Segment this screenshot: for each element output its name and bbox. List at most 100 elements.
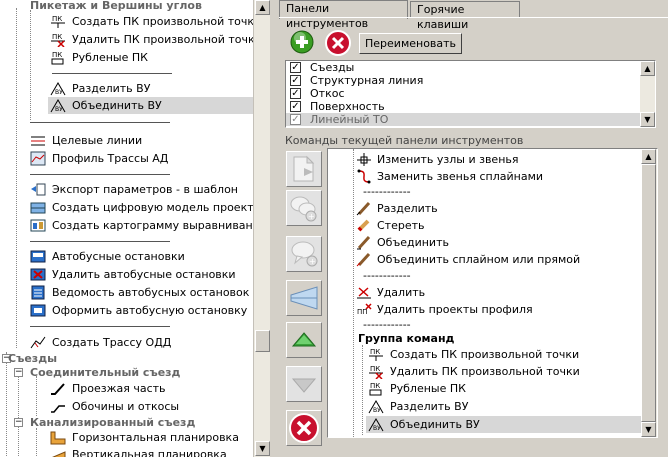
scroll-up-arrow[interactable]: ▲ [641,149,656,164]
tree-item-bus-stops-sheet[interactable]: Ведомость автобусных остановок [0,284,253,301]
panel-list-item[interactable]: ✓ Структурная линия [290,74,640,87]
delete-cross-icon [356,285,372,300]
tree-item-bus-stops[interactable]: Автобусные остановки [0,248,253,265]
arrow-up-icon [291,332,317,347]
tree-item-vertical-grading[interactable]: Вертикальная планировка [0,446,253,457]
bus-stop-sheet-icon [30,285,46,300]
command-item[interactable]: ПК Создать ПК произвольной точки [328,346,641,363]
tree-item-target-lines[interactable]: Целевые линии [0,132,253,149]
tree-item-horizontal-grading[interactable]: Горизонтальная планировка [0,429,253,446]
scroll-down-arrow[interactable]: ▼ [255,441,270,456]
rename-button[interactable]: Переименовать [359,33,463,54]
checkbox[interactable]: ✓ [290,62,301,73]
command-label: Удалить ПК произвольной точки [390,365,580,378]
split-vertex-icon: ВУ [50,81,66,96]
tree-item-road-profile[interactable]: Профиль Трассы АД [0,150,253,167]
command-item[interactable]: Разделить [328,200,641,217]
merge-icon [356,235,372,250]
tree-item-create-dtm[interactable]: Создать цифровую модель проекта [0,199,253,216]
scroll-thumb[interactable] [255,330,270,352]
svg-text:ВУ: ВУ [55,89,63,96]
add-panel-button[interactable] [290,30,314,54]
horizontal-grading-icon [50,430,66,445]
command-item[interactable]: Объединить сплайном или прямой [328,251,641,268]
scroll-down-arrow[interactable]: ▼ [641,422,656,437]
tree-item-delete-pk[interactable]: ПК Удалить ПК произвольной точки [0,31,253,48]
tree-group-connecting-exit[interactable]: − Соединительный съезд [0,364,253,381]
command-label: Создать ПК произвольной точки [390,348,580,361]
command-item[interactable]: ПК Рубленые ПК [328,380,641,397]
bus-stop-format-icon [30,303,46,318]
arrow-down-icon [291,378,317,393]
tree-item-label: Объединить ВУ [72,99,162,112]
delete-icon [325,30,351,56]
tree-item-create-pk[interactable]: ПК Создать ПК произвольной точки [0,13,253,30]
tree-item-label: Автобусные остановки [52,250,185,263]
panel-list-item[interactable]: ✓ Откос [290,87,640,100]
tree-item-format-bus-stop[interactable]: Оформить автобусную остановку [0,302,253,319]
add-subcommand-button[interactable]: + [286,236,322,272]
command-item[interactable]: Изменить узлы и звенья [328,151,641,168]
tree-item-shoulders[interactable]: Обочины и откосы [0,398,253,415]
command-item[interactable]: Удалить [328,284,641,301]
command-separator[interactable]: ------------ [328,183,641,200]
odd-route-icon [30,335,46,350]
panels-list-scrollbar[interactable]: ▲ ▼ [640,61,655,127]
tree-item-create-odd-route[interactable]: Создать Трассу ОДД [0,334,253,351]
scroll-up-arrow[interactable]: ▲ [255,0,270,15]
checkbox[interactable]: ✓ [290,101,301,112]
tree-item-label: Целевые линии [52,134,143,147]
scroll-thumb[interactable] [641,164,656,422]
add-separator-button[interactable] [286,280,322,316]
tree-scrollbar[interactable]: ▲ ▼ [253,0,270,457]
command-label: Объединить ВУ [390,418,480,431]
command-item[interactable]: ВУ Разделить ВУ [328,398,641,415]
scroll-up-arrow[interactable]: ▲ [640,61,655,76]
tree-item-create-cartogram[interactable]: Создать картограмму выравнивания [0,217,253,234]
tree-item-export-params[interactable]: Экспорт параметров - в шаблон [0,181,253,198]
add-icon [290,30,314,54]
tree-item-carriageway[interactable]: Проезжая часть [0,380,253,397]
tree-group-piketazh[interactable]: Пикетаж и Вершины углов [0,0,253,14]
command-group[interactable]: Группа команд [328,330,641,347]
delete-panel-button[interactable] [325,30,351,56]
tree-item-merge-vu[interactable]: ВУ Объединить ВУ [48,97,253,114]
command-item[interactable]: ПК Удалить ПК произвольной точки [328,363,641,380]
commands-list[interactable]: Изменить узлы и звенья Заменить звенья с… [327,148,658,438]
svg-text:ПК: ПК [52,33,62,41]
command-separator[interactable]: ------------ [328,267,641,284]
command-label: Стереть [377,219,425,232]
tree-item-chopped-pk[interactable]: ПК Рубленые ПК [0,49,253,66]
collapse-icon[interactable]: − [14,368,23,377]
tree-item-label: Проезжая часть [72,382,166,395]
checkbox[interactable]: ✓ [290,114,301,125]
tab-hotkeys[interactable]: Горячие клавиши [410,1,520,31]
commands-list-scrollbar[interactable]: ▲ ▼ [641,149,657,437]
panel-list-item[interactable]: ✓ Съезды [290,61,640,74]
move-up-button[interactable] [286,322,322,358]
tree-item-split-vu[interactable]: ВУ Разделить ВУ [0,80,253,97]
command-item[interactable]: Стереть [328,217,641,234]
tree-item-delete-bus-stops[interactable]: Удалить автобусные остановки [0,266,253,283]
toolbar-panels-list[interactable]: ✓ Съезды ✓ Структурная линия ✓ Откос ✓ П… [285,60,656,128]
add-group-button[interactable]: + [286,190,322,226]
panel-list-item-selected[interactable]: ✓ Линейный ТО [286,113,641,126]
insert-command-button[interactable] [286,151,322,187]
collapse-icon[interactable]: − [14,418,23,427]
scroll-down-arrow[interactable]: ▼ [640,112,655,127]
merge-vertex-icon: ВУ [368,417,384,432]
move-down-button[interactable] [286,366,322,402]
command-label: ------------ [363,185,411,198]
command-tree[interactable]: Пикетаж и Вершины углов ПК Создать ПК пр… [0,0,253,457]
checkbox[interactable]: ✓ [290,75,301,86]
rename-button-label: Переименовать [365,37,457,50]
tree-item-label: Горизонтальная планировка [72,431,239,444]
panel-list-item[interactable]: ✓ Поверхность [290,100,640,113]
delete-command-button[interactable] [286,410,322,446]
checkbox[interactable]: ✓ [290,88,301,99]
carriageway-icon [50,381,66,396]
tree-item-label: Профиль Трассы АД [52,152,169,165]
tree-item-label: Удалить автобусные остановки [52,268,236,281]
command-item[interactable]: Объединить [328,234,641,251]
command-item-selected[interactable]: ВУ Объединить ВУ [366,416,641,433]
